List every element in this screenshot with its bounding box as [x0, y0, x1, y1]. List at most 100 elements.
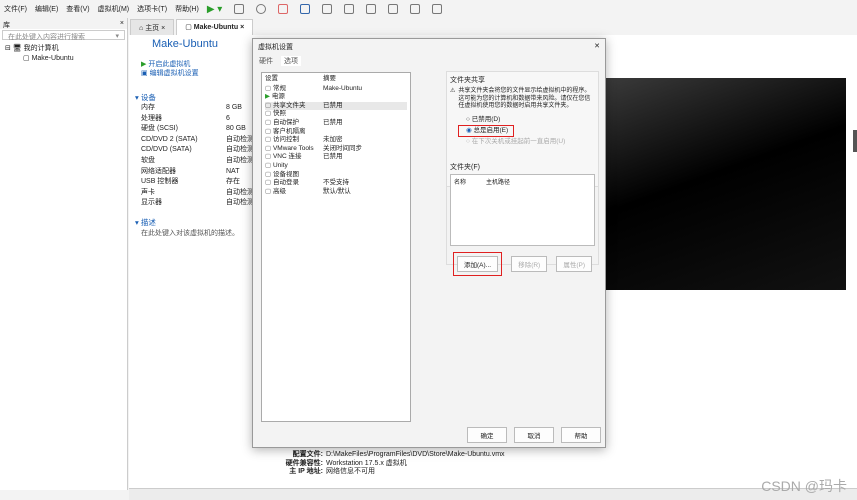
- close-icon[interactable]: ✕: [594, 42, 600, 50]
- device-item[interactable]: 网络适配器 NAT: [141, 167, 256, 178]
- section-title: 描述: [140, 217, 156, 227]
- option-row[interactable]: ▢ 自动保护 已禁用: [265, 119, 407, 128]
- tree-label: Make-Ubuntu: [31, 55, 74, 62]
- detail-value: Workstation 17.5.x 虚拟机: [326, 459, 407, 467]
- option-row[interactable]: ▢ 设备视图: [265, 171, 407, 180]
- device-item[interactable]: 声卡 自动检测: [141, 188, 256, 199]
- device-item[interactable]: 内存 8 GB: [141, 103, 256, 114]
- remove-button[interactable]: 移除(R): [511, 256, 548, 272]
- option-row[interactable]: ▢ 快照: [265, 110, 407, 119]
- description-text[interactable]: 在此处键入对该虚拟机的描述。: [135, 228, 256, 238]
- library-search-input[interactable]: 在此处键入内容进行搜索 ▾: [2, 30, 125, 41]
- tab-options[interactable]: 选项: [281, 56, 301, 66]
- link-label: 开启此虚拟机: [148, 61, 191, 68]
- option-row[interactable]: ▶ 电源: [265, 93, 407, 102]
- search-placeholder: 在此处键入内容进行搜索: [8, 34, 85, 41]
- device-value: 80 GB: [226, 125, 246, 133]
- menu-edit[interactable]: 编辑(E): [35, 4, 58, 14]
- device-name: 处理器: [141, 114, 162, 122]
- menu-tabs[interactable]: 选项卡(T): [137, 4, 167, 14]
- option-icon: ▶: [265, 93, 270, 101]
- devices-section: ▾ 设备 内存 8 GB 处理器 6 硬盘 (SCSI) 80 GB CD/DVD 2 (S…: [135, 92, 256, 238]
- scrollbar-thumb[interactable]: [853, 130, 857, 152]
- radio-disabled[interactable]: ○ 已禁用(D): [466, 115, 595, 125]
- option-row[interactable]: ▢ 高级 默认/默认: [265, 188, 407, 197]
- cancel-button[interactable]: 取消: [514, 427, 554, 443]
- section-title: 设备: [140, 93, 156, 102]
- menu-view[interactable]: 查看(V): [66, 4, 89, 14]
- device-item[interactable]: 显示器 自动检测: [141, 198, 256, 209]
- link-label: 编辑虚拟机设置: [149, 70, 199, 77]
- option-name: 设备视图: [272, 170, 299, 178]
- option-icon: ▢: [265, 170, 272, 178]
- option-row[interactable]: ▢ 常规 Make-Ubuntu: [265, 85, 407, 94]
- menu-file[interactable]: 文件(F): [4, 4, 27, 14]
- vm-preview-screen[interactable]: [606, 78, 846, 290]
- menu-help[interactable]: 帮助(H): [175, 4, 199, 14]
- device-item[interactable]: 硬盘 (SCSI) 80 GB: [141, 124, 256, 135]
- thumbnail-icon[interactable]: [344, 4, 355, 14]
- option-row[interactable]: ▢ 自动登录 不受支持: [265, 179, 407, 188]
- detail-label: 配置文件:: [292, 451, 323, 458]
- tree-my-computer[interactable]: ⊟ 🖥 我的计算机: [5, 44, 122, 54]
- snapshot-icon[interactable]: [234, 4, 245, 14]
- edit-settings-link[interactable]: ▣ 编辑虚拟机设置: [141, 69, 199, 78]
- option-row[interactable]: ▢ 访问控制 未加密: [265, 136, 407, 145]
- option-row[interactable]: ▢ Unity: [265, 162, 407, 171]
- vm-settings-dialog: 虚拟机设置 ✕ 硬件 选项 设置 摘要 ▢ 常规 Make-Ubuntu ▶ 电源 ▢ 共享…: [252, 38, 606, 448]
- chevron-down-icon[interactable]: ▾: [115, 32, 119, 40]
- menu-vm[interactable]: 虚拟机(M): [98, 4, 130, 14]
- device-item[interactable]: USB 控制器 存在: [141, 177, 256, 188]
- warning-icon: ⚠: [450, 88, 456, 94]
- add-button-highlight: 添加(A)...: [453, 252, 503, 276]
- manager-icon[interactable]: [278, 4, 289, 14]
- group-title: 文件夹(F): [450, 164, 480, 171]
- fullscreen-icon[interactable]: [366, 4, 377, 14]
- device-item[interactable]: CD/DVD 2 (SATA) 自动检测: [141, 135, 256, 146]
- device-item[interactable]: 软盘 自动检测: [141, 156, 256, 167]
- option-row[interactable]: ▢ 共享文件夹 已禁用: [265, 101, 407, 111]
- help-button[interactable]: 帮助: [561, 427, 601, 443]
- edit-icon: ▣: [141, 70, 148, 77]
- tab-hardware[interactable]: 硬件: [259, 56, 273, 66]
- folders-group: 文件夹(F) 名称 主机路径 添加(A)... 移除(R) 属性(P): [446, 159, 599, 276]
- power-on-link[interactable]: ▶ 开启此虚拟机: [141, 60, 199, 69]
- unity-icon[interactable]: [388, 4, 399, 14]
- device-value: 自动检测: [226, 199, 254, 207]
- detail-value: 网络信息不可用: [326, 468, 375, 475]
- option-name: Unity: [272, 161, 288, 169]
- ok-button[interactable]: 确定: [467, 427, 507, 443]
- sidebar-toggle-icon[interactable]: [322, 4, 333, 14]
- device-name: 软盘: [141, 156, 155, 164]
- option-row[interactable]: ▢ 客户机隔离: [265, 128, 407, 137]
- devices-header[interactable]: ▾ 设备: [135, 92, 256, 103]
- properties-button[interactable]: 属性(P): [556, 256, 592, 272]
- warning-text: 共享文件夹会将您的文件显示给虚拟机中的程序。这可能为您的计算机和数据带来风险。请…: [458, 88, 591, 109]
- play-icon[interactable]: ▶ ▾: [207, 4, 223, 15]
- console-icon[interactable]: [410, 4, 421, 14]
- close-icon[interactable]: ×: [120, 20, 124, 27]
- add-button[interactable]: 添加(A)...: [457, 256, 499, 272]
- play-icon: ▶: [141, 61, 147, 68]
- device-item[interactable]: CD/DVD (SATA) 自动检测: [141, 145, 256, 156]
- radio-always-enabled[interactable]: ◉ 总是启用(E): [458, 124, 514, 137]
- option-icon: ▢: [265, 179, 272, 187]
- option-icon: ▢: [265, 118, 272, 126]
- revert-icon[interactable]: [256, 4, 267, 14]
- device-item[interactable]: 处理器 6: [141, 114, 256, 125]
- view-icon[interactable]: [432, 4, 443, 14]
- option-name: 电源: [271, 93, 285, 101]
- library-title: 库: [3, 22, 10, 29]
- tab-make-ubuntu[interactable]: ▢ Make-Ubuntu ×: [176, 19, 254, 35]
- library-panel: 库 × 在此处键入内容进行搜索 ▾ ⊟ 🖥 我的计算机 ▢ Make-Ubuntu: [0, 18, 128, 490]
- device-value: 自动检测: [226, 146, 254, 154]
- option-row[interactable]: ▢ VNC 连接 已禁用: [265, 153, 407, 162]
- tab-home[interactable]: ⌂ 主页 ×: [130, 19, 175, 35]
- folders-table[interactable]: 名称 主机路径: [450, 174, 595, 246]
- sharing-icon[interactable]: [300, 4, 311, 14]
- radio-until-poweroff[interactable]: ○ 在下次关机或挂起前一直启用(U): [466, 137, 595, 147]
- radio-label: 在下次关机或挂起前一直启用(U): [471, 137, 566, 145]
- description-header[interactable]: ▾ 描述: [135, 217, 256, 228]
- tree-vm[interactable]: ▢ Make-Ubuntu: [5, 54, 122, 64]
- option-summary: 未加密: [323, 136, 343, 144]
